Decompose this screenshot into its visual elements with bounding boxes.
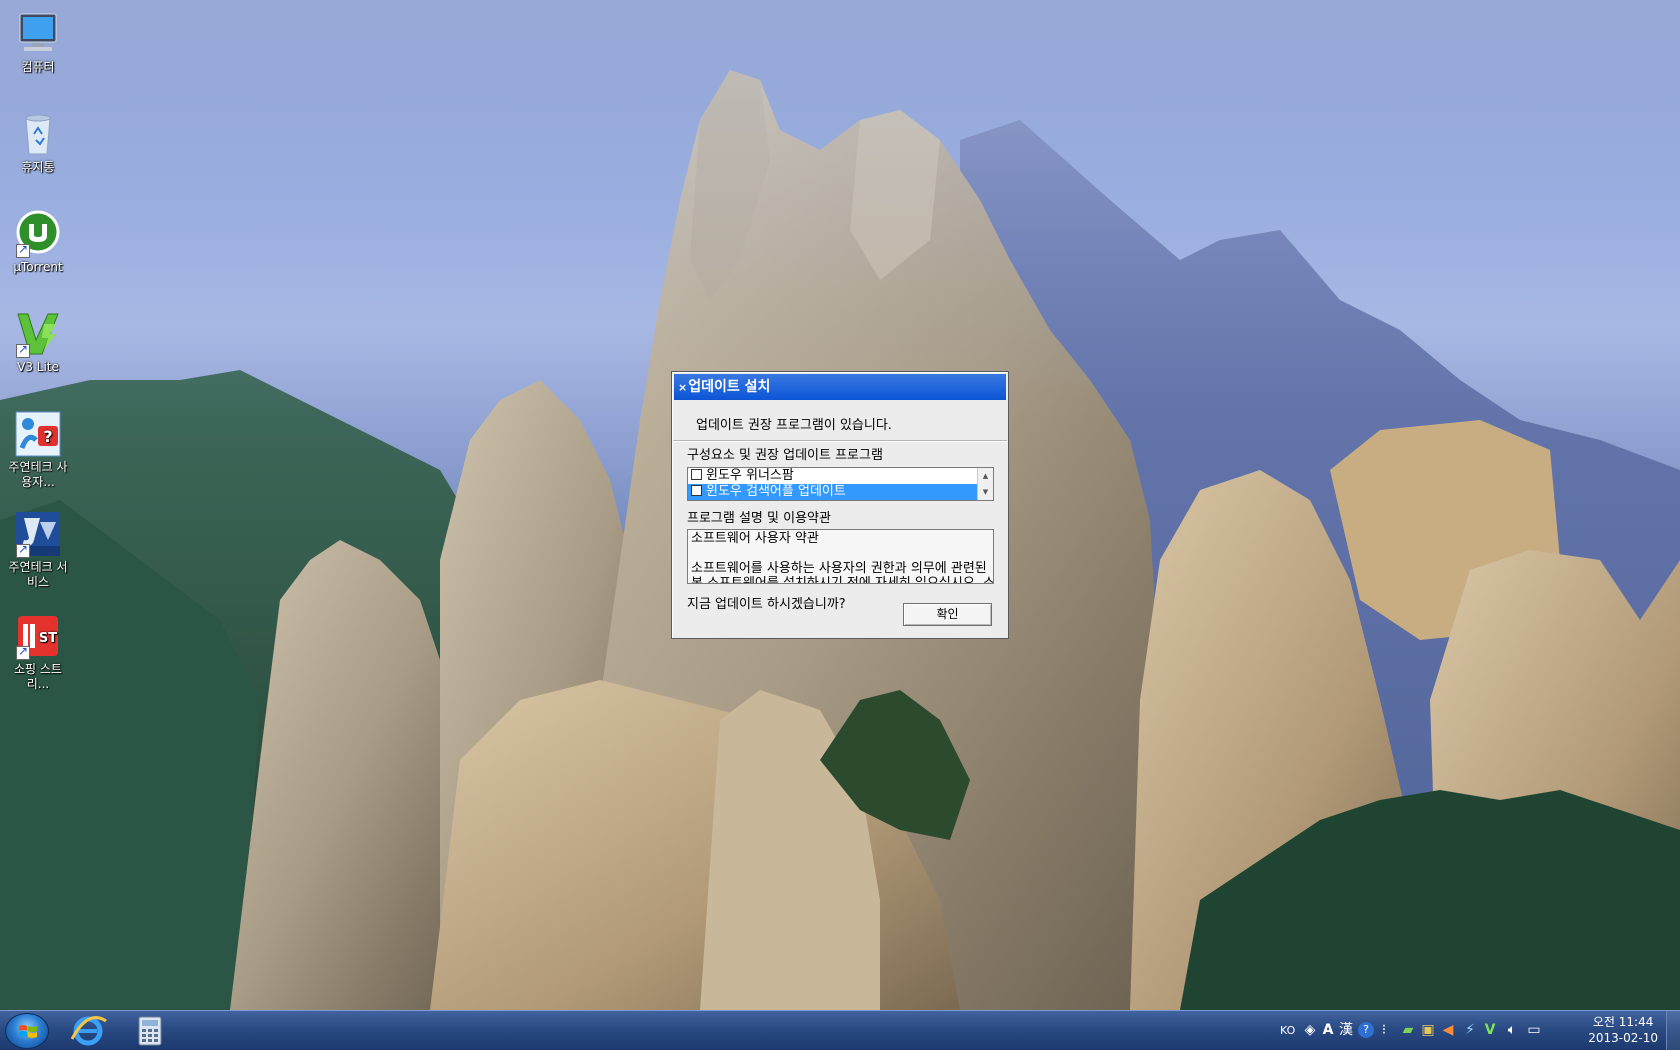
desktop-icon-label: µTorrent — [13, 260, 63, 274]
dialog-intro-text: 업데이트 권장 프로그램이 있습니다. — [696, 418, 892, 433]
ime-alpha-icon[interactable]: A — [1320, 1022, 1336, 1038]
component-checkbox[interactable] — [691, 469, 702, 480]
computer-icon — [14, 10, 62, 58]
svg-text:ST: ST — [39, 631, 57, 646]
svg-text:?: ? — [43, 427, 52, 446]
components-label: 구성요소 및 권장 업데이트 프로그램 — [687, 448, 883, 463]
desktop-icon-label: 주연테크 서비스 — [8, 560, 68, 589]
device-icon[interactable]: ▣ — [1420, 1022, 1436, 1038]
terms-line — [691, 546, 990, 561]
component-label: 윈도우 위너스팜 — [706, 468, 794, 483]
desktop-icon-label: 소핑 스트리... — [14, 662, 62, 691]
utorrent-icon — [14, 210, 62, 258]
ime-settings-icon[interactable]: ⁝ — [1376, 1022, 1392, 1038]
taskbar-app-calculator[interactable] — [122, 1013, 178, 1049]
terms-label: 프로그램 설명 및 이용약관 — [687, 511, 831, 526]
clock-time: 오전 11:44 — [1592, 1015, 1654, 1029]
v3-tray-icon[interactable]: V — [1482, 1022, 1498, 1038]
update-icon[interactable]: ⚡ — [1462, 1022, 1478, 1038]
service-icon — [14, 510, 62, 558]
dialog-title-bar[interactable]: ×업데이트 설치 — [674, 374, 1006, 400]
desktop-icon-v3-lite[interactable]: V3 Lite — [4, 310, 72, 375]
shortcut-arrow-icon — [16, 644, 30, 660]
terms-line: 소프트웨어 사용자 약관 — [691, 531, 819, 546]
taskbar-app-internet-explorer[interactable] — [60, 1013, 116, 1049]
components-listbox[interactable]: 윈도우 위너스팜 윈도우 검색어플 업데이트 ▲ ▼ — [687, 467, 994, 501]
desktop-icon-recycle-bin[interactable]: 휴지통 — [4, 110, 72, 175]
language-indicator[interactable]: KO — [1280, 1024, 1295, 1037]
nvidia-icon[interactable]: ▰ — [1400, 1022, 1416, 1038]
desktop-icon-jooyontech-service[interactable]: 주연테크 서비스 — [4, 510, 72, 590]
desktop-icon-11st-shopping[interactable]: ST 소핑 스트리... — [4, 612, 72, 692]
taskbar: KO ◈ A 漢 ? ⁝ ▰ ▣ ◀ ⚡ V 🔈︎ ▭ 오전 11:44 201… — [0, 1010, 1680, 1050]
terms-line: 본 소프트웨어를 설치하시기 전에 자세히 읽으십시오. 소 — [691, 576, 994, 584]
close-icon[interactable]: × — [678, 381, 687, 394]
network-globe-icon[interactable]: ◈ — [1302, 1022, 1318, 1038]
shortcut-arrow-icon — [16, 342, 30, 358]
list-item-component-1[interactable]: 윈도우 위너스팜 — [688, 468, 978, 484]
terms-textbox[interactable]: 소프트웨어 사용자 약관 소프트웨어를 사용하는 사용자의 권한과 의무에 관련… — [687, 529, 994, 584]
listbox-scrollbar[interactable]: ▲ ▼ — [977, 468, 993, 500]
desktop-icon-label: 휴지통 — [21, 160, 55, 174]
speaker-alert-icon[interactable]: ◀ — [1440, 1022, 1456, 1038]
terms-line: 소프트웨어를 사용하는 사용자의 권한과 의무에 관련된 — [691, 561, 987, 576]
show-desktop-button[interactable] — [1666, 1011, 1680, 1050]
desktop-icon-utorrent[interactable]: µTorrent — [4, 210, 72, 275]
scroll-up-icon[interactable]: ▲ — [978, 468, 993, 484]
shortcut-arrow-icon — [16, 542, 30, 558]
ime-hanja-icon[interactable]: 漢 — [1338, 1022, 1354, 1038]
help-icon: ? — [14, 410, 62, 458]
list-item-component-2[interactable]: 윈도우 검색어플 업데이트 — [688, 484, 978, 500]
v3-lite-icon — [14, 310, 62, 358]
windows-logo-icon — [19, 1025, 37, 1038]
desktop-icon-label: V3 Lite — [17, 360, 59, 374]
update-question: 지금 업데이트 하시겠습니까? — [687, 597, 846, 612]
clock[interactable]: 오전 11:44 2013-02-10 — [1588, 1014, 1658, 1046]
desktop-icon-label: 컴퓨터 — [21, 60, 55, 74]
component-label: 윈도우 검색어플 업데이트 — [706, 484, 846, 499]
update-install-dialog: ×업데이트 설치 업데이트 권장 프로그램이 있습니다. 구성요소 및 권장 업… — [671, 371, 1009, 639]
volume-icon[interactable]: 🔈︎ — [1504, 1022, 1520, 1038]
desktop-icon-jooyontech-help[interactable]: ? 주연테크 사용자... — [4, 410, 72, 490]
scroll-down-icon[interactable]: ▼ — [978, 484, 993, 500]
ok-button[interactable]: 확인 — [903, 603, 992, 626]
start-button[interactable] — [5, 1013, 49, 1049]
calculator-icon — [138, 1016, 162, 1046]
ime-help-icon[interactable]: ? — [1358, 1022, 1374, 1038]
clock-date: 2013-02-10 — [1588, 1031, 1658, 1045]
internet-explorer-icon — [70, 1016, 107, 1046]
desktop-icon-computer[interactable]: 컴퓨터 — [4, 10, 72, 75]
recycle-bin-icon — [14, 110, 62, 158]
component-checkbox[interactable] — [691, 485, 702, 496]
shortcut-arrow-icon — [16, 242, 30, 258]
system-tray: KO ◈ A 漢 ? ⁝ ▰ ▣ ◀ ⚡ V 🔈︎ ▭ 오전 11:44 201… — [1260, 1011, 1680, 1050]
dialog-separator — [673, 440, 1007, 442]
11st-shopping-icon: ST — [14, 612, 62, 660]
network-icon[interactable]: ▭ — [1526, 1022, 1542, 1038]
dialog-title: 업데이트 설치 — [688, 379, 771, 395]
desktop-icon-label: 주연테크 사용자... — [8, 460, 68, 489]
